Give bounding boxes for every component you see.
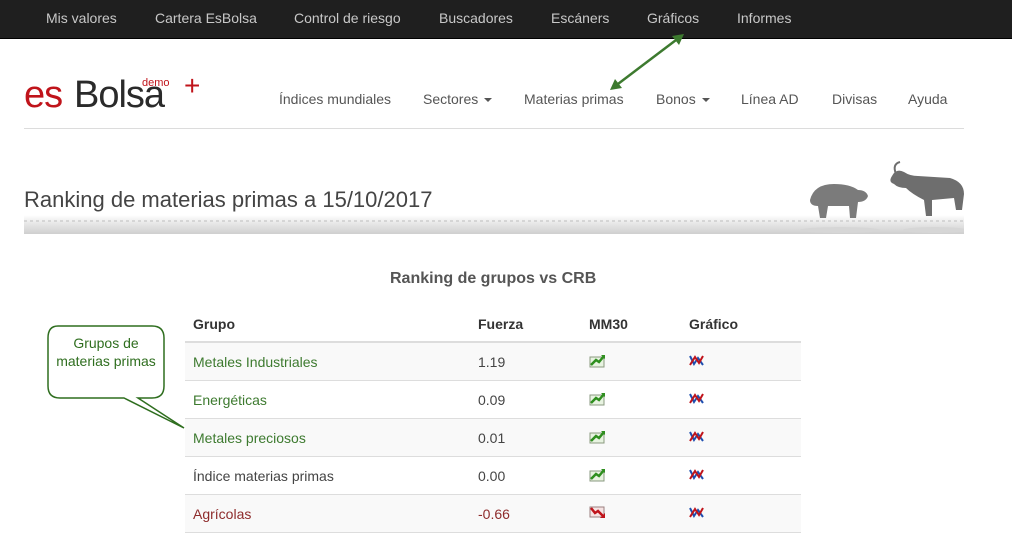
trend-up-icon (589, 467, 606, 485)
trend-up-icon (589, 391, 606, 409)
table-row: Metales preciosos 0.01 (185, 419, 801, 457)
column-header-fuerza: Fuerza (478, 316, 524, 332)
logo-plus: + (184, 70, 201, 101)
top-nav-bar: Mis valores Cartera EsBolsa Control de r… (0, 0, 1012, 39)
chart-icon[interactable] (688, 353, 705, 371)
top-nav-cartera-esbolsa[interactable]: Cartera EsBolsa (155, 10, 257, 26)
bear-bull-illustration (800, 161, 964, 233)
table-row: Agrícolas -0.66 (185, 495, 801, 533)
table-row: Metales Industriales 1.19 (185, 343, 801, 381)
column-header-grafico: Gráfico (689, 316, 739, 332)
chart-icon[interactable] (688, 391, 705, 409)
fuerza-value: 0.01 (478, 430, 506, 446)
top-nav-escaners[interactable]: Escáners (551, 10, 609, 26)
chevron-down-icon (484, 98, 493, 103)
nav-divider (24, 128, 964, 129)
grupo-link[interactable]: Metales Industriales (193, 354, 318, 370)
grupo-link[interactable]: Energéticas (193, 392, 267, 408)
top-nav-buscadores[interactable]: Buscadores (439, 10, 513, 26)
nav-linea-ad[interactable]: Línea AD (741, 91, 799, 107)
top-nav-control-de-riesgo[interactable]: Control de riesgo (294, 10, 401, 26)
chart-icon[interactable] (688, 505, 705, 523)
table-row: Índice materias primas 0.00 (185, 457, 801, 495)
page: Mis valores Cartera EsBolsa Control de r… (0, 0, 1012, 552)
ranking-title: Ranking de grupos vs CRB (390, 270, 597, 287)
esbolsa-logo[interactable]: es Bolsa demo + (24, 70, 204, 124)
nav-ayuda[interactable]: Ayuda (908, 91, 947, 107)
fuerza-value: 0.00 (478, 468, 506, 484)
grupo-link[interactable]: Agrícolas (193, 506, 251, 522)
chart-icon[interactable] (688, 467, 705, 485)
grupo-link[interactable]: Metales preciosos (193, 430, 306, 446)
chevron-down-icon (701, 98, 710, 103)
fuerza-value: -0.66 (478, 506, 510, 522)
annotation-arrow (610, 34, 684, 90)
column-header-mm30: MM30 (589, 316, 628, 332)
nav-divisas[interactable]: Divisas (832, 91, 877, 107)
chart-icon[interactable] (688, 429, 705, 447)
nav-sectores[interactable]: Sectores (423, 91, 493, 107)
top-nav-mis-valores[interactable]: Mis valores (46, 10, 117, 26)
top-nav-informes[interactable]: Informes (737, 10, 791, 26)
trend-up-icon (589, 429, 606, 447)
table-row: Energéticas 0.09 (185, 381, 801, 419)
callout-text: Grupos de materias primas (56, 335, 156, 369)
trend-up-icon (589, 353, 606, 371)
nav-sectores-label: Sectores (423, 91, 479, 107)
logo-demo: demo (142, 77, 170, 89)
nav-indices-mundiales[interactable]: Índices mundiales (279, 91, 391, 107)
column-header-grupo: Grupo (193, 316, 235, 332)
page-title: Ranking de materias primas a 15/10/2017 (24, 187, 433, 212)
logo-es: es (24, 74, 63, 116)
fuerza-value: 0.09 (478, 392, 506, 408)
top-nav-graficos[interactable]: Gráficos (647, 10, 699, 26)
grupo-link[interactable]: Índice materias primas (193, 468, 334, 484)
fuerza-value: 1.19 (478, 354, 506, 370)
trend-down-icon (589, 505, 606, 523)
